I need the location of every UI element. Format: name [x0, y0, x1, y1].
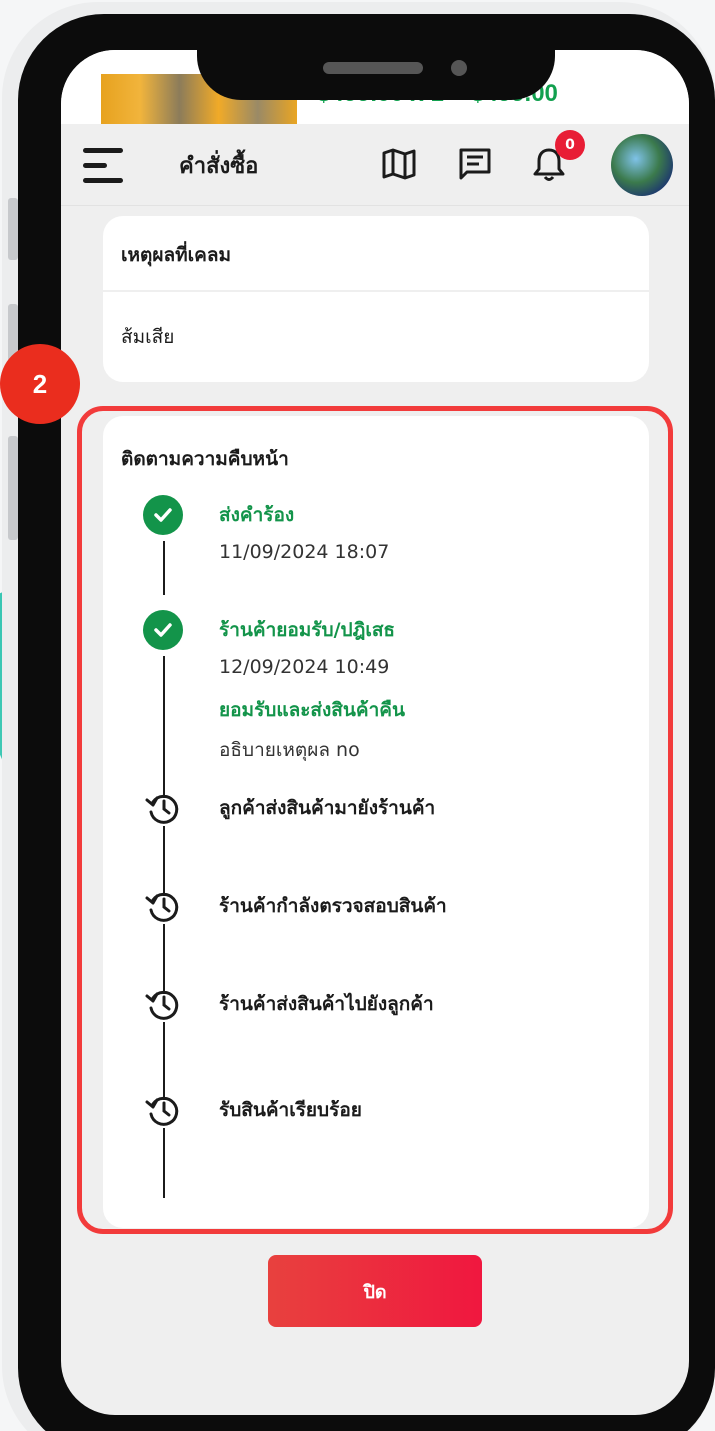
phone-side-button	[8, 436, 18, 540]
phone-side-button	[8, 198, 18, 260]
claim-reason-card: เหตุผลที่เคลม ส้มเสีย	[103, 216, 649, 382]
phone-screen: $499.00 x 1 = $499.00 คำสั่งซื้อ 0 เหตุผ…	[61, 50, 689, 1415]
highlight-frame	[77, 406, 673, 1234]
close-button[interactable]: ปิด	[268, 1255, 482, 1327]
notification-badge: 0	[555, 130, 585, 160]
phone-notch	[197, 14, 555, 100]
front-camera	[451, 60, 467, 76]
claim-reason-title: เหตุผลที่เคลม	[121, 244, 232, 266]
page-title: คำสั่งซื้อ	[179, 154, 259, 179]
divider	[103, 290, 649, 292]
claim-reason-value: ส้มเสีย	[121, 326, 175, 348]
map-icon[interactable]	[379, 144, 419, 184]
speaker-grille	[323, 62, 423, 74]
step-number-marker: 2	[0, 344, 80, 424]
menu-icon[interactable]	[83, 148, 125, 184]
avatar[interactable]	[611, 134, 673, 196]
app-header: คำสั่งซื้อ 0	[61, 124, 689, 206]
chat-icon[interactable]	[455, 144, 495, 184]
